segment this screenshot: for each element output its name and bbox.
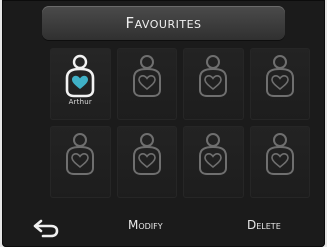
person-heart-icon (265, 55, 294, 97)
back-button[interactable] (28, 215, 64, 241)
favourite-slot-3[interactable] (183, 48, 244, 120)
favourite-slot-2[interactable] (116, 48, 177, 120)
person-heart-icon (65, 54, 95, 98)
favourites-screen: Favourites Arthur Modify Delete (2, 0, 325, 247)
favourite-slot-8[interactable] (249, 126, 310, 198)
title-bar: Favourites (42, 6, 285, 40)
favourite-slot-6[interactable] (116, 126, 177, 198)
back-arrow-icon (33, 219, 59, 238)
person-heart-icon (132, 133, 161, 175)
person-heart-icon (132, 55, 161, 97)
favourites-grid: Arthur (50, 48, 310, 198)
person-heart-icon (265, 133, 294, 175)
bottom-bar: Modify Delete (2, 210, 325, 247)
page-title: Favourites (125, 14, 202, 32)
favourite-slot-1[interactable]: Arthur (50, 48, 111, 120)
person-heart-icon (199, 55, 228, 97)
modify-button[interactable]: Modify (128, 218, 163, 232)
favourite-slot-7[interactable] (183, 126, 244, 198)
delete-button[interactable]: Delete (247, 218, 281, 232)
person-heart-icon (66, 133, 95, 175)
favourite-name: Arthur (68, 98, 92, 106)
person-heart-icon (199, 133, 228, 175)
favourite-slot-5[interactable] (50, 126, 111, 198)
favourite-slot-4[interactable] (249, 48, 310, 120)
